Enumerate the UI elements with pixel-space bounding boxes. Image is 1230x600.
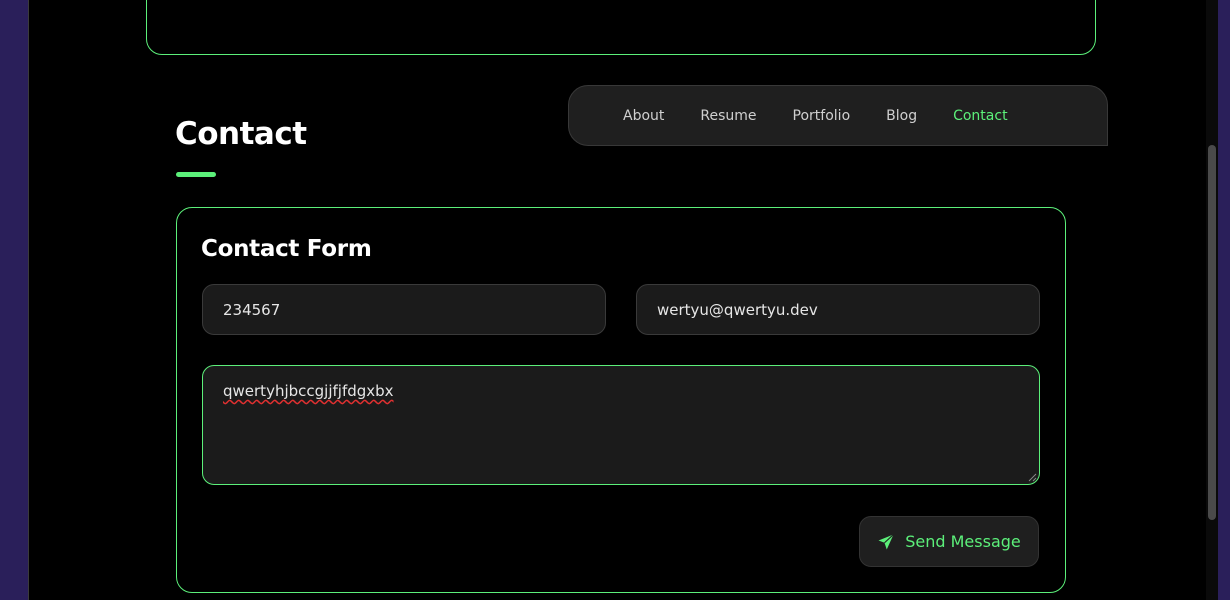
- nav-link-contact[interactable]: Contact: [935, 108, 1025, 124]
- page-title: Contact: [175, 116, 307, 152]
- paper-plane-icon: [878, 533, 895, 549]
- nav-link-about[interactable]: About: [605, 108, 682, 124]
- message-textarea[interactable]: qwertyhjbccgjjfjfdgxbx: [202, 365, 1040, 485]
- name-field[interactable]: 234567: [202, 284, 606, 335]
- previous-section-card: [146, 0, 1096, 55]
- contact-form-card: Contact Form 234567 wertyu@qwertyu.dev q…: [176, 207, 1066, 593]
- nav-link-resume[interactable]: Resume: [682, 108, 774, 124]
- message-text: qwertyhjbccgjjfjfdgxbx: [223, 382, 394, 400]
- resize-grip-icon[interactable]: [1027, 472, 1037, 482]
- nav-link-portfolio[interactable]: Portfolio: [775, 108, 869, 124]
- title-underline: [176, 172, 216, 177]
- name-field-value: 234567: [223, 300, 281, 319]
- main-navbar: About Resume Portfolio Blog Contact: [568, 85, 1108, 146]
- scrollbar-thumb[interactable]: [1208, 145, 1216, 520]
- scrollbar-track[interactable]: [1206, 0, 1218, 600]
- email-field[interactable]: wertyu@qwertyu.dev: [636, 284, 1040, 335]
- nav-link-blog[interactable]: Blog: [868, 108, 935, 124]
- page-viewport: About Resume Portfolio Blog Contact Cont…: [28, 0, 1218, 600]
- send-message-button[interactable]: Send Message: [859, 516, 1039, 567]
- email-field-value: wertyu@qwertyu.dev: [657, 300, 818, 319]
- form-title: Contact Form: [201, 236, 372, 262]
- send-message-label: Send Message: [905, 532, 1021, 551]
